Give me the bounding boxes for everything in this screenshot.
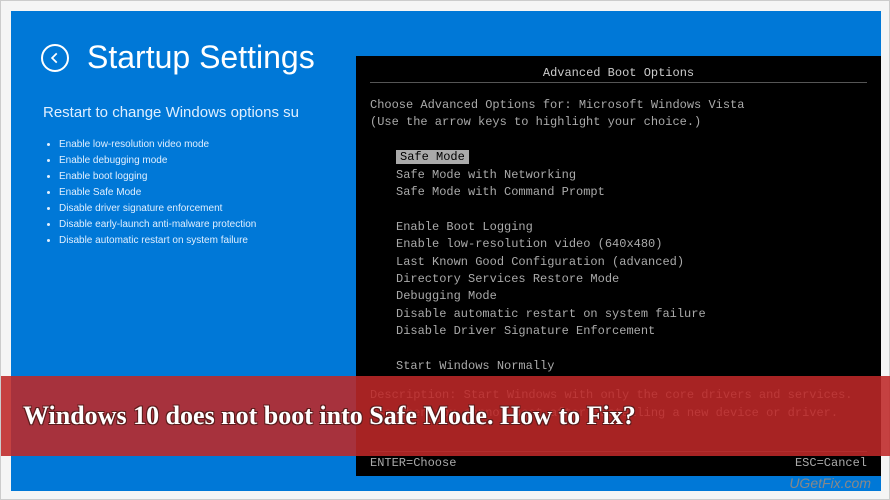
boot-option[interactable]: Safe Mode with Networking [396,167,867,184]
headline-text: Windows 10 does not boot into Safe Mode.… [23,401,636,431]
boot-option[interactable]: Enable Boot Logging [396,219,867,236]
boot-option[interactable]: Safe Mode with Command Prompt [396,184,867,201]
boot-option[interactable]: Start Windows Normally [396,358,867,375]
panel-title: Advanced Boot Options [370,66,867,83]
boot-option-selected[interactable]: Safe Mode [396,150,469,164]
watermark-text: UGetFix.com [789,475,871,491]
footer-enter-hint: ENTER=Choose [370,456,456,470]
headline-banner: Windows 10 does not boot into Safe Mode.… [1,376,890,456]
boot-option[interactable]: Directory Services Restore Mode [396,271,867,288]
footer-esc-hint: ESC=Cancel [795,456,867,470]
boot-options-group[interactable]: Safe Mode Safe Mode with Networking Safe… [396,149,867,375]
page-title: Startup Settings [87,39,315,76]
boot-option[interactable]: Debugging Mode [396,288,867,305]
boot-option[interactable]: Disable Driver Signature Enforcement [396,323,867,340]
boot-option[interactable]: Enable low-resolution video (640x480) [396,236,867,253]
boot-option[interactable]: Disable automatic restart on system fail… [396,306,867,323]
boot-option[interactable]: Last Known Good Configuration (advanced) [396,254,867,271]
back-icon[interactable] [41,44,69,72]
prompt-line: (Use the arrow keys to highlight your ch… [370,114,867,131]
prompt-line: Choose Advanced Options for: Microsoft W… [370,97,867,114]
